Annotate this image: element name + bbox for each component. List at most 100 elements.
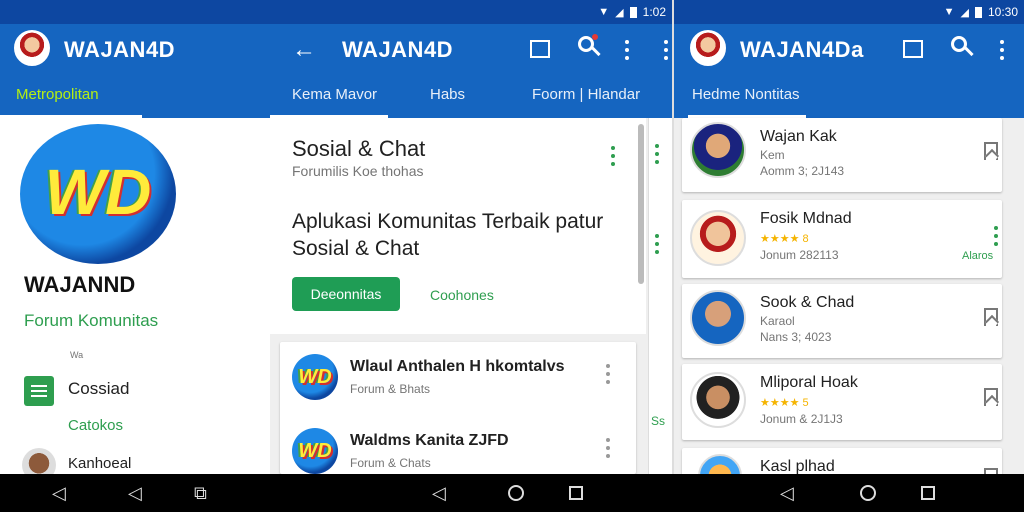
menu-item-sub[interactable]: Catokos	[68, 417, 123, 434]
rating-stars: ★★★★ 8	[760, 233, 809, 245]
peek-panel: Ss	[648, 118, 672, 474]
more-vert-icon-edge[interactable]	[664, 40, 668, 60]
item-line1: Karaol	[760, 314, 795, 328]
forum-logo: WD	[292, 354, 338, 400]
item-title: Wajan Kak	[760, 128, 837, 145]
calendar-icon[interactable]	[530, 40, 550, 58]
item-title: Sook & Chad	[760, 294, 855, 311]
tab-bar: Kema Mavor Habs Foorm | Hlandar	[270, 76, 672, 118]
list-item-subtitle: Forum & Chats	[350, 456, 431, 470]
system-nav-bar: ◁ ◁ ⧉ ◁ ◁	[0, 474, 1024, 512]
peek-more-icon[interactable]	[655, 144, 659, 164]
home-nav-icon[interactable]	[508, 485, 524, 501]
headline: Aplukasi Komunitas Terbaik patur Sosial …	[292, 210, 604, 260]
back-nav-icon-3[interactable]: ◁	[432, 484, 446, 502]
card-title: Sosial & Chat	[292, 136, 426, 161]
primary-action-button[interactable]: Deeonnitas	[292, 277, 400, 311]
tab-metropolitan[interactable]: Metropolitan	[16, 86, 99, 103]
back-nav-icon-2[interactable]: ◁	[128, 484, 142, 502]
item-more-icon[interactable]	[994, 226, 998, 246]
list-item[interactable]: WD Wlaul Anthalen H hkomtalvs Forum & Bh…	[280, 342, 636, 408]
peek-label: Ss	[651, 414, 666, 428]
member-avatar	[690, 122, 746, 178]
status-icons: ▼ ◢ 10:30	[944, 5, 1018, 19]
scrollbar[interactable]	[638, 124, 644, 284]
brand-subtitle: Forum Komunitas	[24, 311, 159, 330]
item-line2: Nans 3; 4023	[760, 330, 832, 344]
item-more-icon[interactable]	[606, 438, 610, 458]
secondary-action-button[interactable]: Coohones	[430, 287, 494, 303]
list-item-title: Wlaul Anthalen H hkomtalvs	[350, 358, 565, 375]
screen-home: WAJAN4D Metropolitan WD WAJANND Forum Ko…	[0, 0, 270, 512]
status-icons: ▼ ◢ 1:02	[598, 5, 666, 19]
tab-habs[interactable]: Habs	[430, 86, 465, 103]
menu-item-cossiad[interactable]: Cossiad	[68, 379, 129, 399]
section-label: Wa	[70, 350, 84, 360]
list-item-title: Waldms Kanita ZJFD	[350, 432, 509, 449]
logo-text: WD	[44, 155, 152, 228]
status-time: 1:02	[642, 5, 666, 19]
signal-icon: ◢	[960, 6, 969, 19]
status-time: 10:30	[987, 5, 1018, 19]
home-nav-icon-2[interactable]	[860, 485, 876, 501]
back-nav-icon-4[interactable]: ◁	[780, 484, 794, 502]
list-item[interactable]: Wajan Kak Kem Aomm 3; 2J143	[682, 118, 1002, 192]
search-icon[interactable]	[578, 34, 601, 57]
profile-avatar[interactable]	[690, 30, 726, 66]
app-bar: WAJAN4D	[0, 24, 270, 76]
app-bar: ← WAJAN4D	[270, 24, 672, 76]
tab-hedme-nontitas[interactable]: Hedme Nontitas	[692, 86, 800, 103]
tab-kema-mavor[interactable]: Kema Mavor	[292, 86, 377, 103]
member-avatar	[690, 372, 746, 428]
list-item[interactable]: Sook & Chad Karaol Nans 3; 4023	[682, 284, 1002, 358]
member-avatar	[690, 210, 746, 266]
item-line1: Kem	[760, 148, 785, 162]
bookmark-icon[interactable]	[984, 308, 998, 326]
member-avatar	[690, 290, 746, 346]
brand-name: WAJANND	[24, 272, 136, 297]
more-vert-icon[interactable]	[1000, 40, 1004, 60]
bookmark-icon[interactable]	[984, 142, 998, 160]
search-icon[interactable]	[951, 36, 974, 57]
screen-detail: ▼ ◢ 1:02 ← WAJAN4D Kema Mavor Habs Foorm…	[270, 0, 672, 512]
recents-nav-icon-3[interactable]	[921, 486, 935, 500]
list-item[interactable]: WD Waldms Kanita ZJFD Forum & Chats	[280, 418, 636, 474]
calendar-icon[interactable]	[903, 40, 923, 58]
menu-item-kanhoeal[interactable]: Kanhoeal	[68, 455, 131, 472]
signal-icon: ◢	[615, 6, 624, 19]
bookmark-icon[interactable]	[984, 388, 998, 406]
screen-community-list: ▼ ◢ 10:30 WAJAN4Da Hedme Nontitas Wajan …	[674, 0, 1024, 512]
item-title: Mliporal Hoak	[760, 374, 858, 391]
profile-avatar[interactable]	[14, 30, 50, 66]
wifi-icon: ▼	[943, 6, 955, 18]
app-title: WAJAN4D	[64, 37, 176, 62]
app-title: WAJAN4D	[342, 37, 454, 62]
item-more-icon[interactable]	[606, 364, 610, 384]
wajan4d-logo: WD	[20, 124, 176, 264]
tab-bar: Metropolitan	[0, 76, 270, 118]
card-subtitle: Forumilis Koe thohas	[292, 163, 424, 179]
item-action[interactable]: Alaros	[962, 250, 993, 262]
recents-nav-icon[interactable]: ⧉	[194, 484, 207, 502]
item-line2: Jonum & 2J1J3	[760, 412, 843, 426]
peek-more-icon-2[interactable]	[655, 234, 659, 254]
recents-nav-icon-2[interactable]	[569, 486, 583, 500]
list-item[interactable]: Mliporal Hoak ★★★★ 5 Jonum & 2J1J3	[682, 364, 1002, 440]
battery-icon	[629, 6, 637, 18]
back-arrow-icon[interactable]: ←	[292, 36, 316, 64]
more-vert-icon[interactable]	[625, 40, 629, 60]
forum-logo: WD	[292, 428, 338, 474]
back-nav-icon[interactable]: ◁	[52, 484, 66, 502]
item-line2: Aomm 3; 2J143	[760, 164, 845, 178]
battery-icon	[974, 6, 982, 18]
spreadsheet-icon	[24, 376, 54, 406]
tab-forum-handar[interactable]: Foorm | Hlandar	[532, 86, 640, 103]
card-more-icon[interactable]	[611, 146, 615, 166]
list-item[interactable]: Fosik Mdnad ★★★★ 8 Jonum 282113 Alaros	[682, 200, 1002, 278]
app-bar: WAJAN4Da	[674, 24, 1024, 76]
app-title: WAJAN4Da	[740, 37, 864, 62]
forum-list: WD Wlaul Anthalen H hkomtalvs Forum & Bh…	[280, 342, 636, 474]
status-bar: ▼ ◢ 10:30	[674, 0, 1024, 24]
tab-indicator	[0, 115, 142, 118]
status-bar	[0, 0, 270, 24]
